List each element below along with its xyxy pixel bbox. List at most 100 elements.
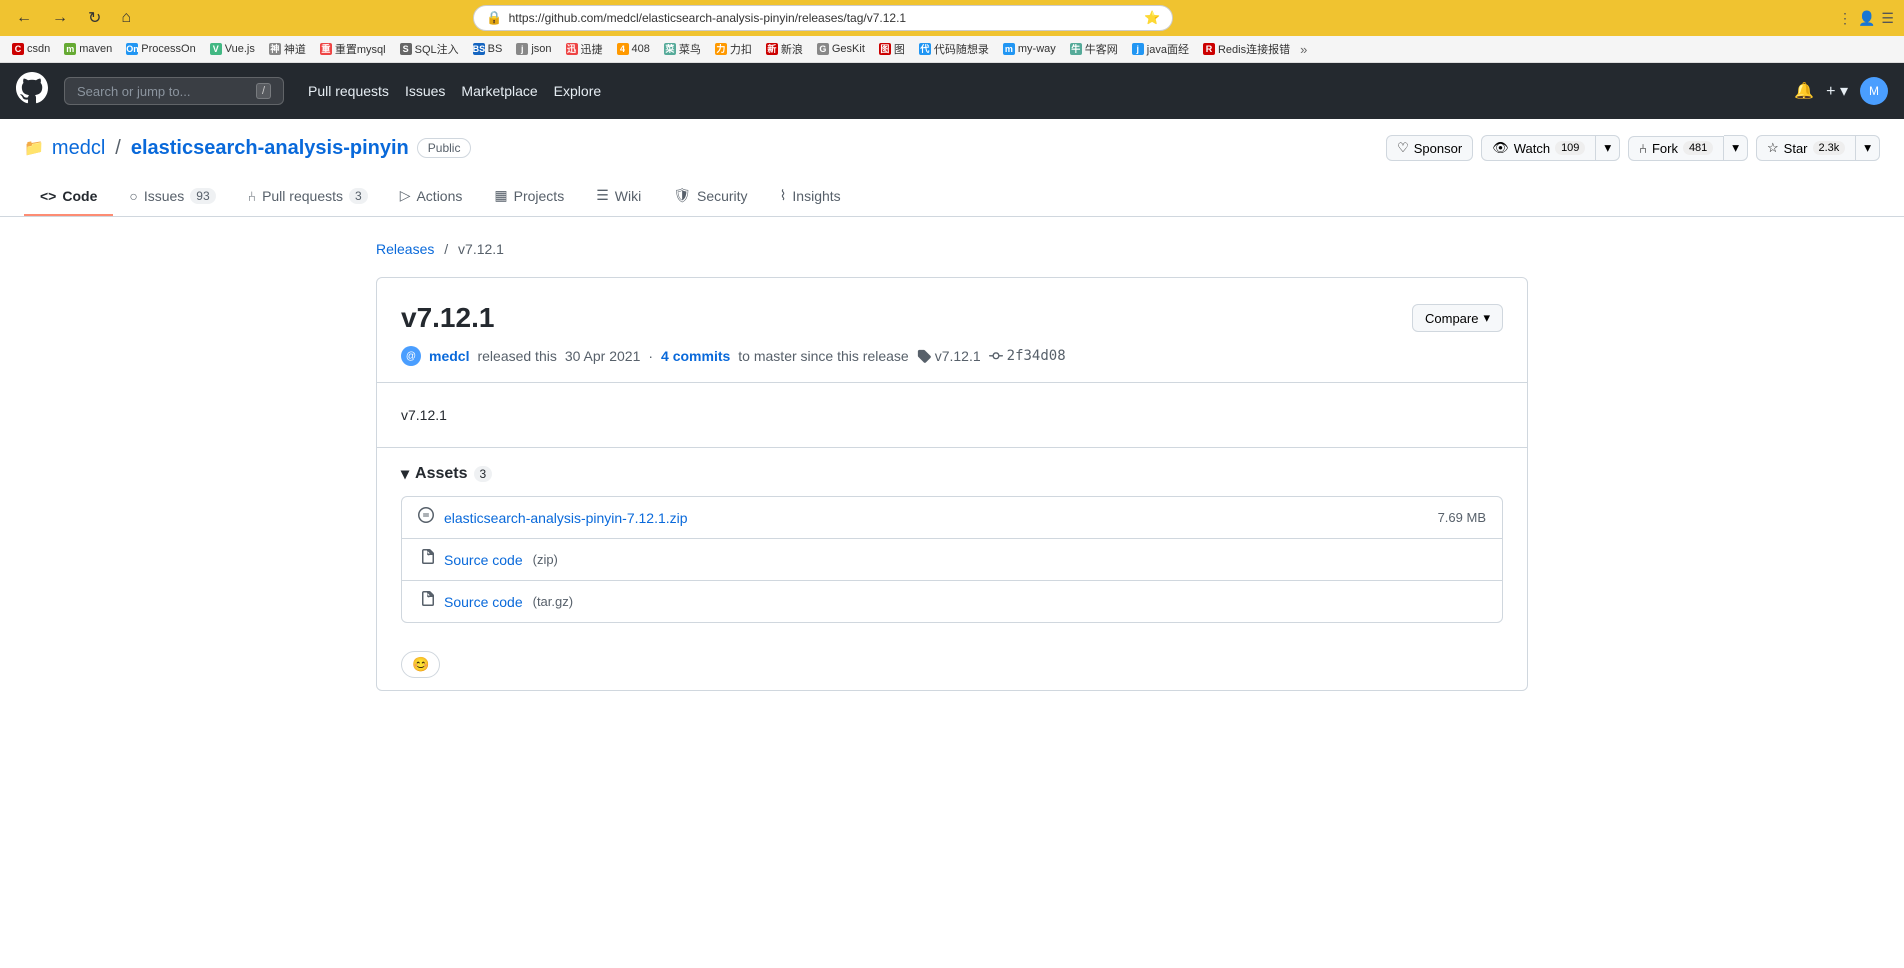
tab-projects[interactable]: ▦ Projects — [478, 177, 580, 216]
search-input[interactable]: Search or jump to... / — [64, 77, 284, 105]
actions-icon: ▷ — [400, 187, 411, 204]
extensions-btn[interactable]: ⋮ — [1838, 10, 1852, 27]
tab-wiki[interactable]: ☰ Wiki — [580, 177, 657, 216]
bookmark-maven[interactable]: m maven — [60, 41, 116, 57]
bookmark-pic[interactable]: 图 图 — [875, 39, 909, 59]
tab-security[interactable]: 🛡 Security — [657, 177, 763, 216]
release-author-link[interactable]: medcl — [429, 348, 469, 364]
release-author-avatar: @ — [401, 346, 421, 366]
fork-button[interactable]: ⑃ Fork 481 — [1628, 136, 1724, 161]
menu-btn[interactable]: ☰ — [1881, 10, 1894, 27]
bookmark-processon[interactable]: On ProcessOn — [122, 41, 199, 57]
compare-dropdown-icon: ▾ — [1483, 310, 1490, 326]
refresh-button[interactable]: ↻ — [82, 6, 107, 30]
source-zip-link[interactable]: Source code — [444, 552, 523, 568]
source-targz-link[interactable]: Source code — [444, 594, 523, 610]
bookmark-redis[interactable]: R Redis连接报错 — [1199, 39, 1294, 59]
projects-icon: ▦ — [494, 187, 507, 204]
bookmark-niuke[interactable]: 牛 牛客网 — [1066, 39, 1122, 59]
asset-source-icon — [418, 549, 434, 570]
release-title: v7.12.1 — [401, 302, 494, 334]
bookmark-csdn[interactable]: C csdn — [8, 41, 54, 57]
repo-owner[interactable]: medcl — [52, 137, 105, 160]
github-header: Search or jump to... / Pull requests Iss… — [0, 63, 1904, 119]
sina-logo-icon: 新 — [766, 43, 778, 55]
tab-code[interactable]: <> Code — [24, 177, 113, 216]
bookmark-rookie[interactable]: 菜 菜鸟 — [660, 39, 705, 59]
watch-count: 109 — [1555, 141, 1585, 155]
emoji-icon: 😊 — [412, 656, 429, 672]
commits-link[interactable]: 4 commits — [661, 348, 730, 364]
home-button[interactable]: ⌂ — [115, 7, 137, 29]
reaction-button[interactable]: 😊 — [401, 651, 440, 678]
geskit-logo-icon: G — [817, 43, 829, 55]
bookmark-json[interactable]: j json — [512, 41, 555, 57]
watch-dropdown-button[interactable]: ▾ — [1596, 135, 1620, 161]
code-logo-icon: 代 — [919, 43, 931, 55]
java-logo-icon: j — [1132, 43, 1144, 55]
asset-zip-link[interactable]: elasticsearch-analysis-pinyin-7.12.1.zip — [444, 510, 688, 526]
bookmark-myway[interactable]: m my-way — [999, 41, 1060, 57]
star-button[interactable]: ☆ Star 2.3k — [1756, 135, 1856, 161]
star-dropdown-button[interactable]: ▾ — [1856, 135, 1880, 161]
bookmark-geskit[interactable]: G GesKit — [813, 41, 869, 57]
bookmark-vuejs[interactable]: V Vue.js — [206, 41, 259, 57]
asset-item: elasticsearch-analysis-pinyin-7.12.1.zip… — [402, 497, 1502, 539]
tab-insights[interactable]: ⌇ Insights — [764, 177, 857, 216]
myway-logo-icon: m — [1003, 43, 1015, 55]
repo-name[interactable]: elasticsearch-analysis-pinyin — [131, 137, 409, 160]
nav-issues[interactable]: Issues — [405, 83, 445, 99]
forward-button[interactable]: → — [46, 7, 74, 29]
bookmark-code[interactable]: 代 代码随想录 — [915, 39, 993, 59]
nav-pull-requests[interactable]: Pull requests — [308, 83, 389, 99]
release-header: v7.12.1 Compare ▾ @ medcl released this … — [377, 278, 1527, 383]
github-logo-icon[interactable] — [16, 72, 48, 111]
user-avatar[interactable]: M — [1860, 77, 1888, 105]
plus-button[interactable]: + ▾ — [1826, 81, 1848, 101]
processon-logo-icon: On — [126, 43, 138, 55]
tab-actions[interactable]: ▷ Actions — [384, 177, 479, 216]
leetcode-logo-icon: 力 — [715, 43, 727, 55]
bookmarks-more[interactable]: » — [1300, 42, 1307, 57]
back-button[interactable]: ← — [10, 7, 38, 29]
repo-header: 📁 medcl / elasticsearch-analysis-pinyin … — [0, 119, 1904, 217]
bookmark-leetcode[interactable]: 力 力扣 — [711, 39, 756, 59]
breadcrumb: Releases / v7.12.1 — [376, 241, 1528, 257]
notifications-button[interactable]: 🔔 — [1794, 81, 1814, 101]
json-logo-icon: j — [516, 43, 528, 55]
main-content: Releases / v7.12.1 v7.12.1 Compare ▾ @ m… — [352, 217, 1552, 715]
bookmark-bs[interactable]: BS BS — [469, 41, 507, 57]
compare-button[interactable]: Compare ▾ — [1412, 304, 1503, 332]
pr-count: 3 — [349, 188, 368, 204]
security-icon: 🛡 — [673, 187, 691, 204]
assets-count: 3 — [474, 466, 493, 482]
408-logo-icon: 4 — [617, 43, 629, 55]
repo-separator: / — [115, 137, 121, 160]
url-text: https://github.com/medcl/elasticsearch-a… — [509, 11, 1139, 25]
bookmark-sql[interactable]: S SQL注入 — [396, 39, 463, 59]
sponsor-button[interactable]: ♡ Sponsor — [1386, 135, 1473, 161]
fork-dropdown-button[interactable]: ▾ — [1724, 135, 1748, 161]
nav-explore[interactable]: Explore — [554, 83, 601, 99]
repo-icon: 📁 — [24, 138, 44, 158]
bookmark-408[interactable]: 4 408 — [613, 41, 654, 57]
bs-logo-icon: BS — [473, 43, 485, 55]
bookmark-sina[interactable]: 新 新浪 — [762, 39, 807, 59]
bookmark-java[interactable]: j java面经 — [1128, 39, 1193, 59]
tab-issues[interactable]: ○ Issues 93 — [113, 177, 231, 216]
watch-button[interactable]: 👁 Watch 109 — [1481, 135, 1596, 161]
bookmark-mysql[interactable]: 重 重置mysql — [316, 39, 390, 59]
nav-marketplace[interactable]: Marketplace — [461, 83, 537, 99]
address-bar[interactable]: 🔒 https://github.com/medcl/elasticsearch… — [473, 5, 1173, 31]
tab-pull-requests[interactable]: ⑃ Pull requests 3 — [232, 177, 384, 216]
sql-logo-icon: S — [400, 43, 412, 55]
star-icon: ☆ — [1767, 140, 1779, 156]
fork-icon: ⑃ — [1639, 141, 1647, 156]
profile-btn[interactable]: 👤 — [1858, 10, 1875, 27]
bookmark-shendao[interactable]: 神 神道 — [265, 39, 310, 59]
bookmark-xunjie[interactable]: 迅 迅捷 — [562, 39, 607, 59]
releases-breadcrumb-link[interactable]: Releases — [376, 241, 434, 257]
release-body-text: v7.12.1 — [401, 407, 1503, 423]
asset-list: elasticsearch-analysis-pinyin-7.12.1.zip… — [401, 496, 1503, 623]
pr-icon: ⑃ — [248, 188, 256, 204]
